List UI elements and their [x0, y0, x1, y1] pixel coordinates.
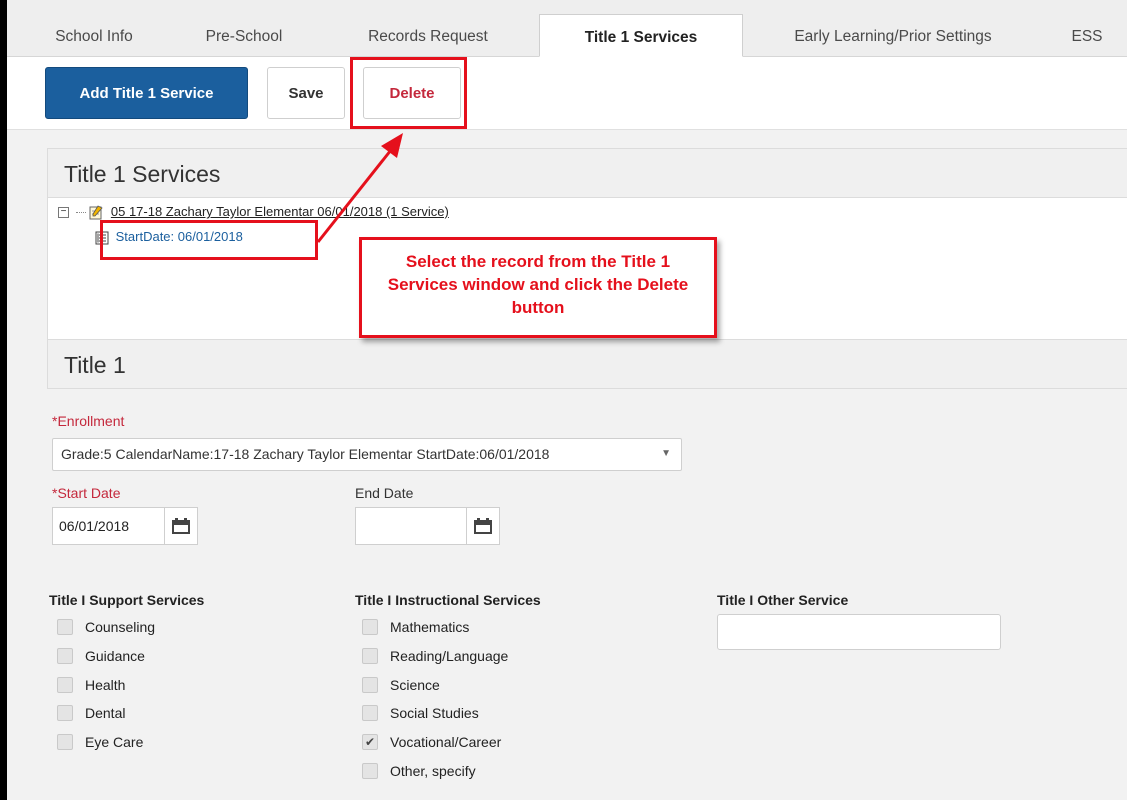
annotation-highlight-delete [350, 57, 467, 129]
checkbox-label: Other, specify [390, 763, 476, 779]
enrollment-select[interactable]: Grade:5 CalendarName:17-18 Zachary Taylo… [52, 438, 682, 471]
checkbox-box[interactable] [57, 705, 73, 721]
checkbox-mathematics[interactable]: Mathematics [362, 617, 469, 637]
checkbox-reading-language[interactable]: Reading/Language [362, 646, 508, 666]
checkbox-other-specify[interactable]: Other, specify [362, 761, 476, 781]
checkbox-label: Science [390, 677, 440, 693]
checkbox-label: Counseling [85, 619, 156, 635]
annotation-highlight-record [100, 220, 318, 260]
start-date-value: 06/01/2018 [59, 518, 130, 534]
checkbox-box[interactable] [57, 677, 73, 693]
checkbox-label: Social Studies [390, 705, 479, 721]
checkbox-box[interactable] [362, 648, 378, 664]
end-date-label: End Date [355, 485, 414, 501]
checkbox-guidance[interactable]: Guidance [57, 646, 145, 666]
start-date-calendar-button[interactable] [164, 507, 198, 545]
checkbox-box[interactable] [362, 763, 378, 779]
services-panel-header: Title 1 Services [47, 148, 1127, 198]
end-date-calendar-button[interactable] [466, 507, 500, 545]
checkbox-vocational-career[interactable]: ✔ Vocational/Career [362, 732, 501, 752]
start-date-input[interactable]: 06/01/2018 [52, 507, 165, 545]
checkbox-eye-care[interactable]: Eye Care [57, 732, 143, 752]
app-frame: School Info Pre-School Records Request T… [7, 0, 1127, 800]
checkbox-box[interactable] [362, 619, 378, 635]
checkbox-label: Guidance [85, 648, 145, 664]
notepad-icon [89, 205, 103, 220]
calendar-icon [474, 518, 492, 534]
chevron-down-icon: ▼ [661, 448, 671, 459]
annotation-callout: Select the record from the Title 1 Servi… [359, 237, 717, 338]
checkbox-box[interactable] [57, 648, 73, 664]
checkbox-label: Health [85, 677, 126, 693]
checkbox-box[interactable] [362, 677, 378, 693]
checkbox-label: Eye Care [85, 734, 144, 750]
enrollment-label: *Enrollment [52, 413, 125, 429]
save-button[interactable]: Save [267, 67, 345, 119]
checkbox-label: Mathematics [390, 619, 470, 635]
support-services-heading: Title I Support Services [49, 592, 205, 608]
title1-panel-title: Title 1 [64, 352, 126, 378]
collapse-icon[interactable]: − [58, 207, 69, 219]
checkbox-box[interactable] [362, 705, 378, 721]
checkbox-box[interactable] [57, 734, 73, 750]
end-date-input[interactable] [355, 507, 467, 545]
checkmark-icon: ✔ [364, 735, 376, 749]
checkbox-science[interactable]: Science [362, 675, 440, 695]
annotation-callout-text: Select the record from the Title 1 Servi… [387, 252, 689, 317]
tab-title-1-services[interactable]: Title 1 Services [539, 14, 743, 57]
tab-records-request[interactable]: Records Request [342, 14, 514, 56]
instructional-services-heading: Title I Instructional Services [355, 592, 541, 608]
checkbox-dental[interactable]: Dental [57, 703, 125, 723]
services-panel-title: Title 1 Services [64, 161, 221, 187]
checkbox-box[interactable]: ✔ [362, 734, 378, 750]
tab-bar: School Info Pre-School Records Request T… [7, 0, 1127, 57]
checkbox-health[interactable]: Health [57, 675, 125, 695]
start-date-label: *Start Date [52, 485, 121, 501]
tab-ess[interactable]: ESS [1057, 14, 1117, 56]
checkbox-counseling[interactable]: Counseling [57, 617, 155, 637]
title1-panel-header: Title 1 [47, 339, 1127, 389]
tree-connector [75, 212, 86, 214]
checkbox-social-studies[interactable]: Social Studies [362, 703, 479, 723]
checkbox-label: Dental [85, 705, 126, 721]
checkbox-label: Vocational/Career [390, 734, 502, 750]
add-title-1-service-button[interactable]: Add Title 1 Service [45, 67, 248, 119]
checkbox-label: Reading/Language [390, 648, 509, 664]
other-service-input[interactable] [717, 614, 1001, 650]
calendar-icon [172, 518, 190, 534]
tab-early-learning[interactable]: Early Learning/Prior Settings [759, 14, 1027, 56]
checkbox-box[interactable] [57, 619, 73, 635]
tab-pre-school[interactable]: Pre-School [177, 14, 311, 56]
tree-root-label[interactable]: 05 17-18 Zachary Taylor Elementar 06/01/… [111, 204, 449, 219]
enrollment-value: Grade:5 CalendarName:17-18 Zachary Taylo… [61, 446, 550, 462]
tree-root-node[interactable]: − 05 17-18 Zachary Taylor Elementar 06/0… [58, 204, 449, 220]
other-service-heading: Title I Other Service [717, 592, 849, 608]
tab-school-info[interactable]: School Info [35, 14, 153, 56]
action-toolbar: Add Title 1 Service Save Delete [7, 57, 1127, 130]
